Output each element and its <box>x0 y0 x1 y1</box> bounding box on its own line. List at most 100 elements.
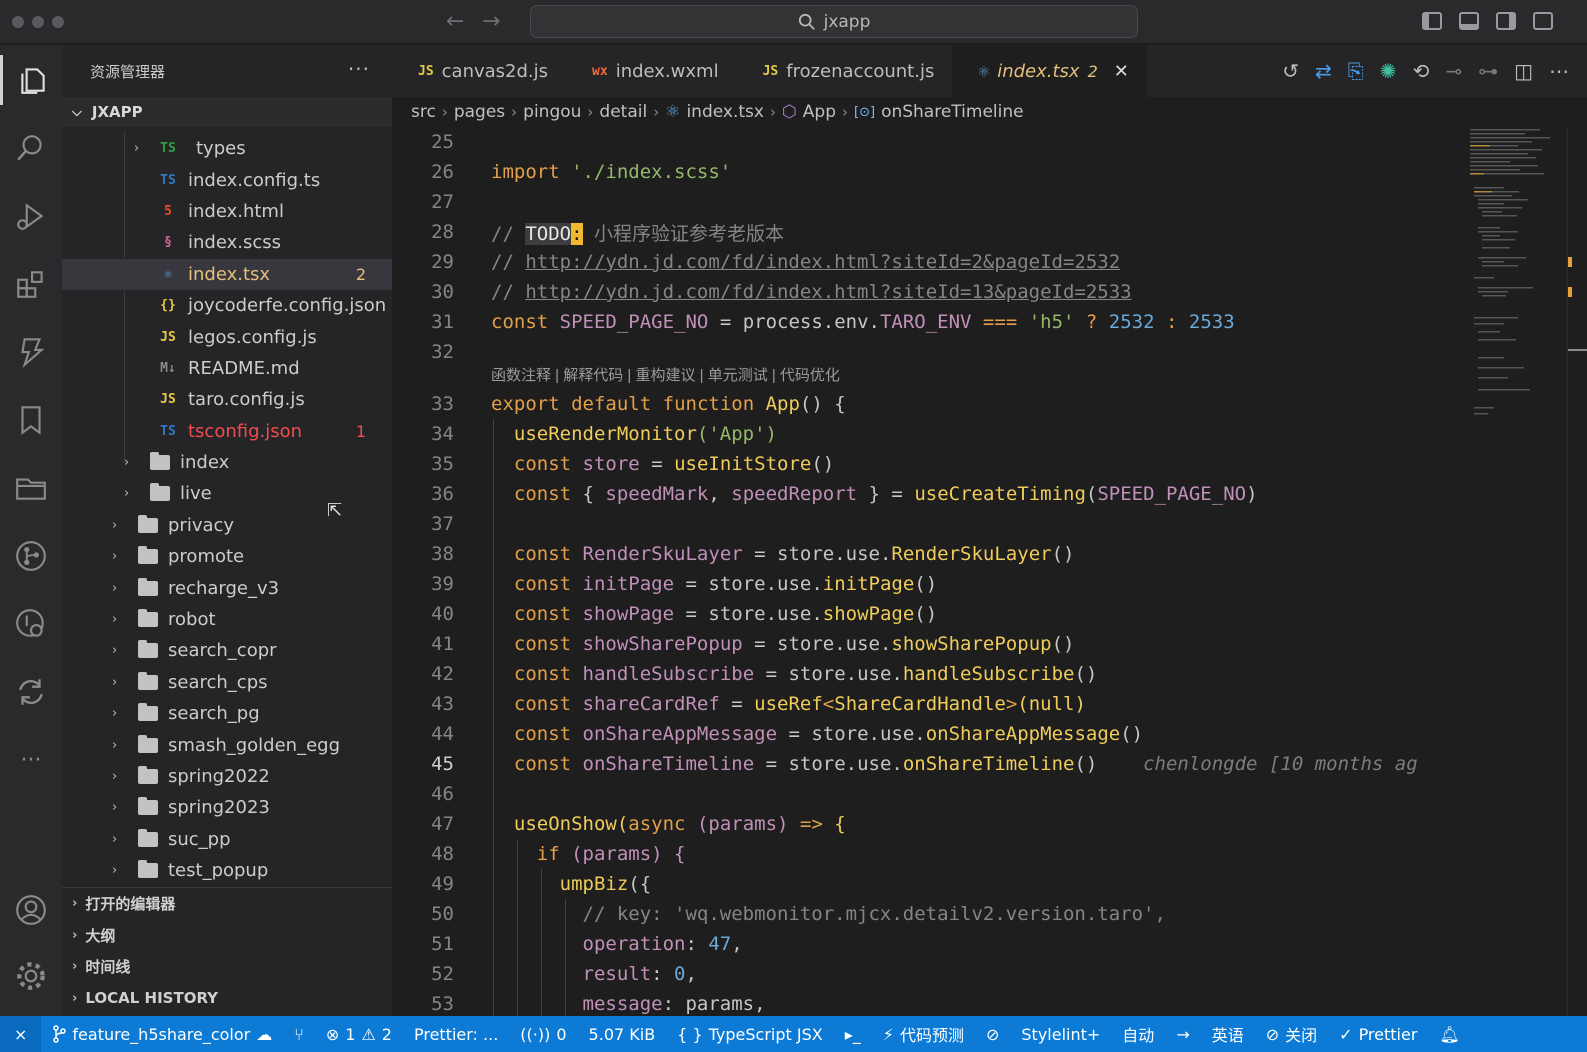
customize-layout-icon[interactable] <box>1533 12 1553 30</box>
zoom-window-button[interactable] <box>52 16 64 28</box>
tree-folder[interactable]: › suc_pp <box>62 824 392 855</box>
code-link[interactable]: http://ydn.jd.com/fd/index.html?siteId=2… <box>525 251 1120 273</box>
prettier-progress[interactable]: Prettier: ... <box>403 1016 509 1052</box>
tree-item[interactable]: JS legos.config.js <box>62 321 392 352</box>
tree-item[interactable]: M↓ README.md <box>62 353 392 384</box>
terminal-toggle[interactable]: ▸_ <box>834 1016 872 1052</box>
settings-gear-icon[interactable] <box>0 951 62 1001</box>
tree-folder[interactable]: › test_popup <box>62 855 392 886</box>
breadcrumb-pingou[interactable]: pingou <box>523 102 581 122</box>
close-icon[interactable]: ✕ <box>1114 61 1129 82</box>
prettier-formatter[interactable]: ✓ Prettier <box>1328 1016 1428 1052</box>
git-history-icon[interactable] <box>0 599 62 649</box>
auto-toggle[interactable]: 自动 <box>1111 1016 1165 1052</box>
forward-arrow-icon[interactable]: → <box>482 9 500 34</box>
tree-folder[interactable]: › search_cps <box>62 667 392 698</box>
tree-item[interactable]: TS index.config.ts <box>62 164 392 195</box>
breadcrumb-file[interactable]: index.tsx <box>686 102 764 122</box>
copilot-status[interactable]: ⊘ <box>975 1016 1010 1052</box>
breadcrumb-src[interactable]: src <box>411 102 436 122</box>
bookmark-icon[interactable] <box>0 395 62 445</box>
file-size[interactable]: 5.07 KiB <box>578 1016 667 1052</box>
explorer-more-icon[interactable]: ··· <box>348 57 370 81</box>
tree-folder[interactable]: › search_copr <box>62 635 392 666</box>
stylelint-status[interactable]: Stylelint+ <box>1010 1016 1111 1052</box>
explorer-icon[interactable] <box>0 55 62 105</box>
breadcrumb-symbol[interactable]: onShareTimeline <box>881 102 1024 122</box>
translate-arrow[interactable]: → <box>1165 1016 1200 1052</box>
code-editor[interactable]: 25 26 import './index.scss' 27 28// TODO:… <box>392 127 1464 1027</box>
tree-item[interactable]: {} joycoderfe.config.json <box>62 290 392 321</box>
minimap-preview <box>1470 129 1550 415</box>
notifications[interactable]: 🔔︎ <box>1428 1016 1470 1052</box>
open-changes-icon[interactable]: ⎘ <box>1348 59 1364 83</box>
breadcrumb-pages[interactable]: pages <box>454 102 505 122</box>
tree-item[interactable]: TS tsconfig.json 1 <box>62 416 392 447</box>
code-predict[interactable]: ⚡ 代码预测 <box>872 1016 975 1052</box>
tree-folder[interactable]: › spring2023 <box>62 792 392 823</box>
language-mode[interactable]: { } TypeScript JSX <box>666 1016 834 1052</box>
section-local-history[interactable]: › LOCAL HISTORY <box>62 983 392 1015</box>
code-link[interactable]: http://ydn.jd.com/fd/index.html?siteId=1… <box>525 281 1131 303</box>
breadcrumb-detail[interactable]: detail <box>599 102 647 122</box>
history-icon[interactable]: ↺ <box>1282 59 1299 83</box>
more-actions-icon[interactable]: ⋯ <box>1549 59 1569 83</box>
joycoder-icon[interactable] <box>0 327 62 377</box>
sync-icon[interactable] <box>0 667 62 717</box>
tree-folder[interactable]: › live <box>62 478 392 509</box>
tab-index-tsx[interactable]: ⚛ index.tsx 2 ✕ <box>952 45 1147 97</box>
workspace-root-folder[interactable]: ⌵ JXAPP <box>62 97 392 127</box>
folder-icon[interactable] <box>0 463 62 513</box>
scss-file-icon: § <box>164 235 172 251</box>
inlay-toggle[interactable]: ⊘ 关闭 <box>1255 1016 1328 1052</box>
ports-indicator[interactable]: ((·)) 0 <box>509 1016 577 1052</box>
tab-canvas2d[interactable]: JS canvas2d.js <box>392 45 566 97</box>
minimize-window-button[interactable] <box>32 16 44 28</box>
tree-folder[interactable]: › privacy <box>62 510 392 541</box>
git-graph[interactable]: ⑂ <box>283 1016 315 1052</box>
toggle-primary-sidebar-icon[interactable] <box>1422 12 1442 30</box>
tree-folder[interactable]: › recharge_v3 <box>62 572 392 603</box>
tab-index-wxml[interactable]: wx index.wxml <box>566 45 737 97</box>
tree-folder[interactable]: › smash_golden_egg <box>62 729 392 760</box>
split-editor-icon[interactable]: ◫ <box>1514 59 1533 83</box>
tab-frozenaccount[interactable]: JS frozenaccount.js <box>737 45 953 97</box>
tree-item[interactable]: § index.scss <box>62 227 392 258</box>
tree-folder[interactable]: › index <box>62 447 392 478</box>
tree-folder[interactable]: › spring2022 <box>62 761 392 792</box>
breadcrumb-app[interactable]: App <box>803 102 836 122</box>
editor-scrollbar[interactable] <box>1567 127 1587 1027</box>
minimap[interactable] <box>1464 127 1567 1027</box>
extensions-icon[interactable] <box>0 259 62 309</box>
tree-item[interactable]: JS taro.config.js <box>62 384 392 415</box>
tree-folder[interactable]: › robot <box>62 604 392 635</box>
tree-item[interactable]: › TS types <box>62 133 392 164</box>
search-icon[interactable] <box>0 123 62 173</box>
section-timeline[interactable]: › 时间线 <box>62 951 392 983</box>
problems-indicator[interactable]: ⊗ 1 ⚠ 2 <box>315 1016 403 1052</box>
toggle-secondary-sidebar-icon[interactable] <box>1496 12 1516 30</box>
back-arrow-icon[interactable]: ← <box>446 9 464 34</box>
command-center[interactable]: jxapp <box>530 5 1138 38</box>
compare-changes-icon[interactable]: ⇄ <box>1315 59 1332 83</box>
tree-folder[interactable]: › promote <box>62 541 392 572</box>
tree-folder[interactable]: › search_pg <box>62 698 392 729</box>
toggle-panel-icon[interactable] <box>1459 12 1479 30</box>
previous-change-icon[interactable]: ⊸ <box>1445 59 1462 83</box>
account-icon[interactable] <box>0 885 62 935</box>
source-control-icon[interactable] <box>0 531 62 581</box>
tree-item[interactable]: 5 index.html <box>62 196 392 227</box>
section-open-editors[interactable]: › 打开的编辑器 <box>62 888 392 920</box>
run-debug-icon[interactable] <box>0 191 62 241</box>
ai-assistant-icon[interactable]: ✺ <box>1380 59 1397 83</box>
codelens-actions[interactable]: 函数注释 | 解释代码 | 重构建议 | 单元测试 | 代码优化 <box>491 364 840 385</box>
close-window-button[interactable] <box>12 16 24 28</box>
section-outline[interactable]: › 大纲 <box>62 920 392 952</box>
go-back-change-icon[interactable]: ⟲ <box>1413 59 1430 83</box>
target-language[interactable]: 英语 <box>1201 1016 1255 1052</box>
more-views-icon[interactable]: ··· <box>0 735 62 785</box>
git-branch[interactable]: feature_h5share_color ☁ <box>41 1016 283 1052</box>
tree-item[interactable]: ⚛ index.tsx 2 <box>62 258 392 290</box>
next-change-icon[interactable]: ⊶ <box>1478 59 1498 83</box>
remote-indicator[interactable]: ⨯ <box>0 1016 42 1052</box>
